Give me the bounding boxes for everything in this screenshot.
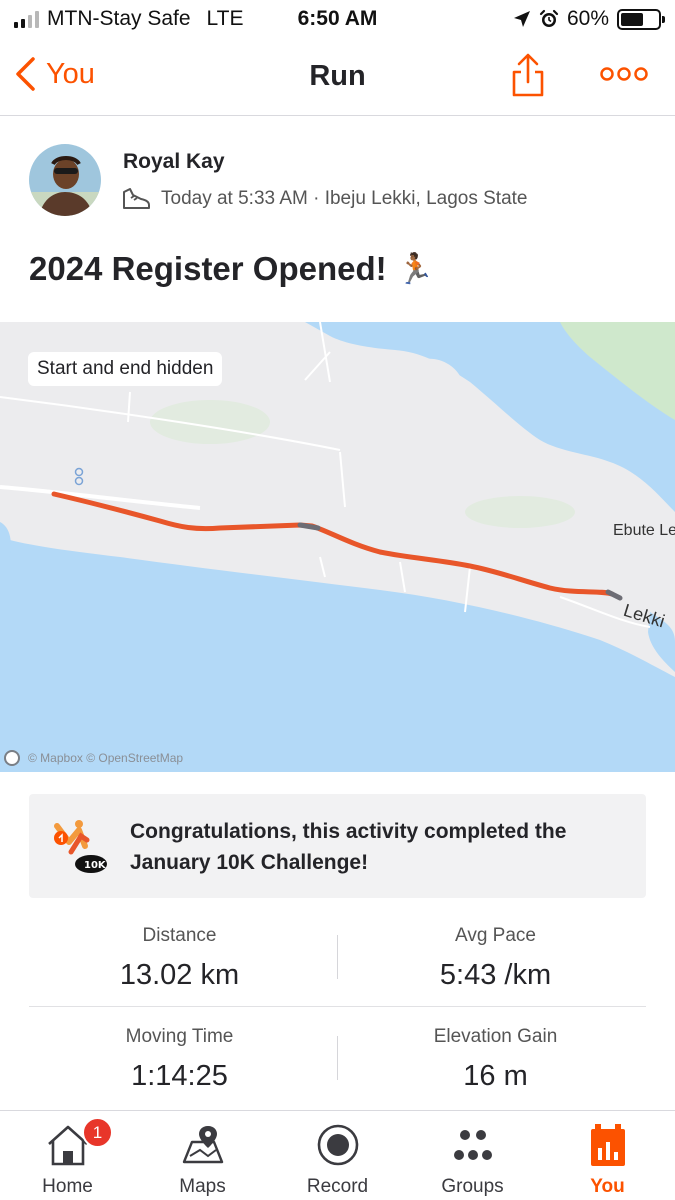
activity-date-location: Today at 5:33 AM · Ibeju Lekki, Lagos St… — [161, 188, 528, 209]
tab-maps[interactable]: Maps — [135, 1111, 270, 1200]
start-end-hidden-badge: Start and end hidden — [28, 352, 223, 386]
tab-bar: 1 Home Maps Record Groups You — [0, 1110, 675, 1200]
alarm-icon — [539, 9, 559, 27]
map-attribution-text: © Mapbox © OpenStreetMap — [28, 751, 184, 765]
challenge-card[interactable]: 10K Congratulations, this activity compl… — [29, 794, 646, 898]
location-arrow-icon — [513, 11, 530, 27]
challenge-badge-icon: 10K — [54, 820, 107, 873]
avatar[interactable] — [29, 144, 101, 216]
stat-elevation-gain: Elevation Gain 16 m — [337, 1026, 654, 1093]
navigation-bar: You Run — [0, 38, 675, 116]
tab-label: Maps — [179, 1176, 226, 1197]
map-canvas — [0, 322, 675, 772]
status-bar: MTN-Stay Safe LTE 6:50 AM 60% — [0, 0, 675, 38]
tab-home[interactable]: 1 Home — [0, 1111, 135, 1200]
tab-you[interactable]: You — [540, 1111, 675, 1200]
tab-record[interactable]: Record — [270, 1111, 405, 1200]
mapbox-logo-icon — [4, 750, 20, 766]
page-title: Run — [309, 60, 366, 92]
activity-title-text: 2024 Register Opened! — [29, 250, 387, 287]
athlete-photo — [29, 144, 101, 216]
record-icon — [317, 1124, 359, 1166]
stat-label: Avg Pace — [455, 925, 536, 946]
maps-icon — [182, 1126, 224, 1164]
tab-label: You — [590, 1176, 625, 1197]
shoe-icon — [123, 188, 150, 209]
notification-badge: 1 — [82, 1117, 113, 1148]
stats-row-divider — [29, 1006, 646, 1007]
map-attribution[interactable]: © Mapbox © OpenStreetMap — [4, 750, 183, 766]
stat-value: 1:14:25 — [131, 1060, 228, 1092]
tab-label: Home — [42, 1176, 93, 1197]
share-button[interactable] — [508, 52, 548, 103]
map-place-label: Ebute Le — [613, 522, 675, 539]
athlete-name[interactable]: Royal Kay — [123, 150, 225, 174]
battery-icon — [617, 8, 665, 30]
tab-label: Record — [306, 1176, 369, 1197]
challenge-badge-text: 10K — [84, 860, 107, 871]
you-icon — [591, 1124, 625, 1166]
stat-label: Distance — [142, 925, 217, 946]
more-dots-icon — [600, 67, 648, 81]
stat-label: Elevation Gain — [433, 1026, 558, 1047]
route-map[interactable]: Start and end hidden Ebute Le Lekki © Ma… — [0, 322, 675, 772]
challenge-message: Congratulations, this activity completed… — [130, 820, 567, 874]
more-options-button[interactable] — [600, 65, 648, 88]
stat-value: 13.02 km — [119, 959, 240, 991]
stat-avg-pace: Avg Pace 5:43 /km — [337, 925, 654, 992]
stat-value: 5:43 /km — [439, 959, 552, 991]
stat-label: Moving Time — [125, 1026, 234, 1047]
tab-groups[interactable]: Groups — [405, 1111, 540, 1200]
groups-icon — [454, 1130, 492, 1160]
share-icon — [512, 53, 544, 97]
stat-value: 16 m — [463, 1060, 528, 1092]
runner-emoji: 🏃🏾 — [396, 252, 434, 286]
stat-moving-time: Moving Time 1:14:25 — [21, 1026, 338, 1093]
activity-title: 2024 Register Opened! 🏃🏾 — [29, 250, 434, 288]
stat-distance: Distance 13.02 km — [21, 925, 338, 992]
activity-meta: Today at 5:33 AM · Ibeju Lekki, Lagos St… — [121, 186, 528, 212]
battery-percent: 60% — [566, 7, 609, 30]
tab-label: Groups — [441, 1176, 504, 1197]
